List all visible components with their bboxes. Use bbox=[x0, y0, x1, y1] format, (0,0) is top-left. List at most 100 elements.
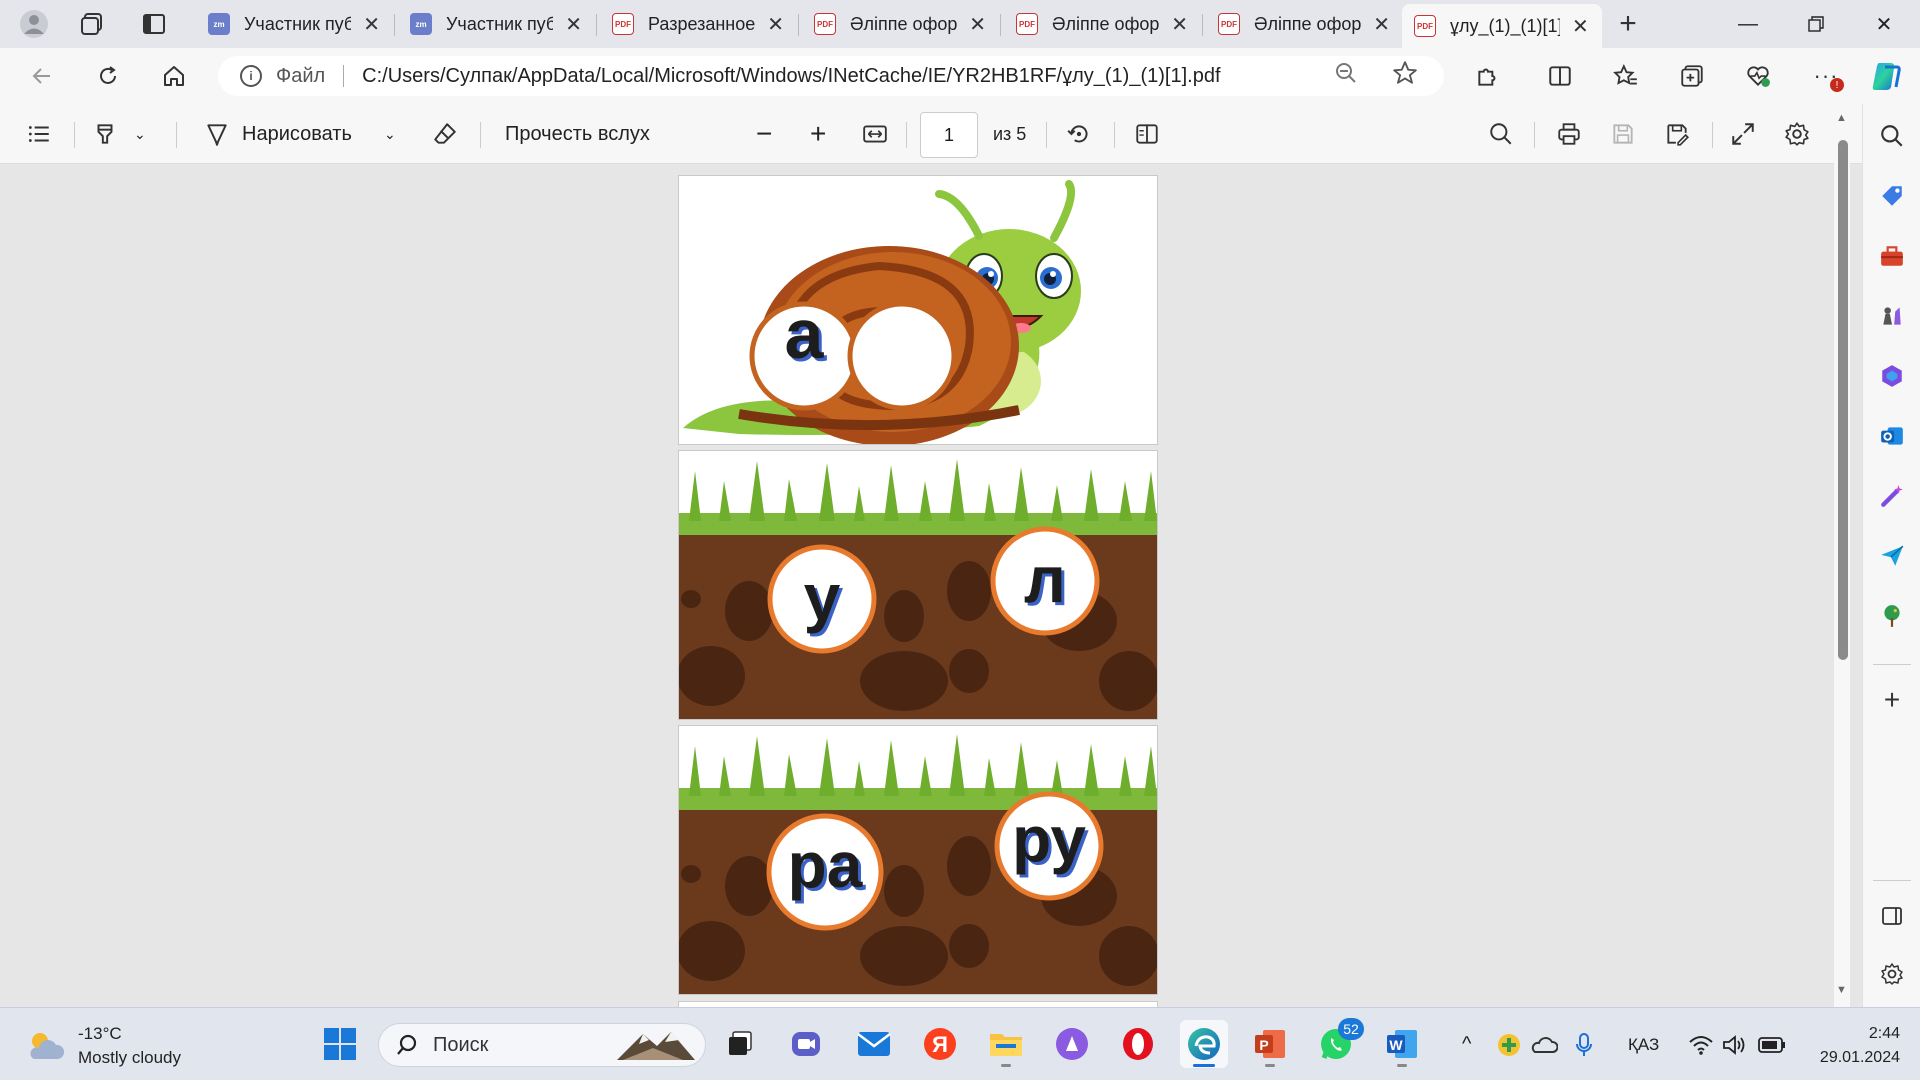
sidebar-designer-button[interactable] bbox=[1876, 480, 1908, 512]
taskbar-yandex[interactable]: Я bbox=[916, 1020, 964, 1068]
contents-button[interactable] bbox=[26, 104, 52, 164]
collections-button[interactable] bbox=[1672, 56, 1712, 96]
scroll-up-icon[interactable]: ▲ bbox=[1836, 112, 1847, 124]
page-current: 1 bbox=[943, 124, 954, 145]
taskbar-alice[interactable] bbox=[1048, 1020, 1096, 1068]
taskbar-mail[interactable] bbox=[850, 1020, 898, 1068]
tab-3[interactable]: PDF Әліппе офор ✕ bbox=[802, 4, 998, 44]
erase-button[interactable] bbox=[432, 104, 458, 164]
sidebar-games-button[interactable] bbox=[1876, 300, 1908, 332]
sidebar-hide-button[interactable] bbox=[1876, 900, 1908, 932]
tab-0[interactable]: zm Участник пуб ✕ bbox=[196, 4, 392, 44]
fit-width-button[interactable] bbox=[862, 104, 888, 164]
tab-actions-button[interactable] bbox=[130, 0, 178, 48]
taskbar-meet[interactable] bbox=[782, 1020, 830, 1068]
weather-widget[interactable]: -13°C Mostly cloudy bbox=[26, 1022, 181, 1070]
settings-more-button[interactable]: ··· ! bbox=[1806, 56, 1846, 96]
tray-onedrive[interactable] bbox=[1530, 1008, 1558, 1080]
taskbar-clock[interactable]: 2:44 29.01.2024 bbox=[1800, 1022, 1900, 1070]
sidebar-search-button[interactable] bbox=[1876, 120, 1908, 152]
fullscreen-button[interactable] bbox=[1730, 104, 1756, 164]
search-icon bbox=[1490, 123, 1512, 145]
show-hidden-icons[interactable]: ^ bbox=[1462, 1008, 1471, 1080]
tray-wifi[interactable] bbox=[1688, 1008, 1714, 1080]
highlight-dropdown[interactable]: ⌄ bbox=[134, 104, 146, 164]
tray-app[interactable] bbox=[1496, 1008, 1522, 1080]
close-window-button[interactable]: ✕ bbox=[1850, 0, 1918, 48]
taskbar-edge[interactable] bbox=[1180, 1020, 1228, 1068]
new-tab-button[interactable]: + bbox=[1604, 0, 1652, 48]
vertical-scrollbar[interactable]: ▲ ▼ bbox=[1834, 104, 1850, 1007]
close-icon[interactable]: ✕ bbox=[1171, 12, 1188, 37]
draw-button[interactable]: Нарисовать bbox=[204, 104, 352, 164]
tab-5[interactable]: PDF Әліппе офор ✕ bbox=[1206, 4, 1402, 44]
sidebar-send-button[interactable] bbox=[1876, 540, 1908, 572]
tab-2[interactable]: PDF Разрезанное ✕ bbox=[600, 4, 796, 44]
taskbar-whatsapp[interactable]: 52 bbox=[1312, 1018, 1364, 1068]
tray-microphone[interactable] bbox=[1574, 1008, 1594, 1080]
tray-battery[interactable] bbox=[1758, 1008, 1786, 1080]
sidebar-m365-button[interactable] bbox=[1876, 360, 1908, 392]
tab-6-active[interactable]: PDF ұлу_(1)_(1)[1] ✕ bbox=[1402, 4, 1602, 48]
sidebar-tools-button[interactable] bbox=[1876, 240, 1908, 272]
read-aloud-button[interactable]: Прочесть вслух bbox=[505, 104, 650, 164]
tab-1[interactable]: zm Участник пуб ✕ bbox=[398, 4, 594, 44]
address-url[interactable]: C:/Users/Сулпак/AppData/Local/Microsoft/… bbox=[362, 65, 1220, 88]
taskbar-word[interactable]: W bbox=[1378, 1020, 1426, 1068]
sidebar-tree-button[interactable] bbox=[1876, 600, 1908, 632]
find-button[interactable] bbox=[1488, 104, 1514, 164]
restore-button[interactable] bbox=[1782, 0, 1850, 48]
highlight-button[interactable] bbox=[92, 104, 118, 164]
save-button[interactable] bbox=[1610, 104, 1636, 164]
language-indicator[interactable]: ҚАЗ bbox=[1628, 1008, 1659, 1080]
split-screen-button[interactable] bbox=[1540, 56, 1580, 96]
favorite-star-icon[interactable] bbox=[1392, 60, 1418, 92]
browser-essentials-button[interactable] bbox=[1738, 56, 1778, 96]
close-icon[interactable]: ✕ bbox=[1373, 12, 1390, 37]
zoom-out-icon[interactable] bbox=[1334, 61, 1358, 91]
favorites-button[interactable] bbox=[1606, 56, 1646, 96]
split-screen-icon bbox=[1549, 66, 1571, 86]
back-button[interactable] bbox=[22, 56, 62, 96]
save-as-button[interactable] bbox=[1664, 104, 1690, 164]
minimize-button[interactable]: — bbox=[1714, 0, 1782, 48]
sidebar-outlook-button[interactable] bbox=[1876, 420, 1908, 452]
scroll-down-icon[interactable]: ▼ bbox=[1836, 984, 1847, 996]
home-button[interactable] bbox=[154, 56, 194, 96]
tray-volume[interactable] bbox=[1722, 1008, 1748, 1080]
zoom-out-button[interactable]: − bbox=[756, 104, 772, 164]
taskbar-file-explorer[interactable] bbox=[982, 1020, 1030, 1068]
sidebar-add-button[interactable]: + bbox=[1876, 684, 1908, 716]
scrollbar-thumb[interactable] bbox=[1838, 140, 1848, 660]
word-icon: W bbox=[1387, 1030, 1417, 1058]
info-icon[interactable]: i bbox=[240, 65, 262, 87]
profile-avatar[interactable] bbox=[10, 0, 58, 48]
taskbar-opera[interactable] bbox=[1114, 1020, 1162, 1068]
workspaces-button[interactable] bbox=[68, 0, 116, 48]
pdf-settings-button[interactable] bbox=[1784, 104, 1810, 164]
refresh-button[interactable] bbox=[88, 56, 128, 96]
start-button[interactable] bbox=[316, 1020, 364, 1068]
address-bar[interactable]: i Файл C:/Users/Сулпак/AppData/Local/Mic… bbox=[218, 56, 1444, 96]
rotate-button[interactable] bbox=[1066, 104, 1092, 164]
taskbar-powerpoint[interactable]: P bbox=[1246, 1020, 1294, 1068]
zoom-in-button[interactable]: + bbox=[810, 104, 826, 164]
extensions-button[interactable] bbox=[1468, 56, 1508, 96]
taskbar-task-view[interactable] bbox=[716, 1020, 764, 1068]
sidebar-shopping-button[interactable] bbox=[1876, 180, 1908, 212]
pdf-viewer[interactable]: а у л ра ру bbox=[0, 165, 1834, 1007]
page-view-button[interactable] bbox=[1134, 104, 1160, 164]
page-number-input[interactable]: 1 bbox=[920, 112, 978, 158]
close-icon[interactable]: ✕ bbox=[565, 12, 582, 37]
close-icon[interactable]: ✕ bbox=[767, 12, 784, 37]
draw-dropdown[interactable]: ⌄ bbox=[384, 104, 396, 164]
print-button[interactable] bbox=[1556, 104, 1582, 164]
tab-4[interactable]: PDF Әліппе офор ✕ bbox=[1004, 4, 1200, 44]
copilot-button[interactable] bbox=[1866, 56, 1906, 96]
expand-icon bbox=[1732, 123, 1754, 145]
close-icon[interactable]: ✕ bbox=[363, 12, 380, 37]
sidebar-settings-button[interactable] bbox=[1876, 958, 1908, 990]
close-icon[interactable]: ✕ bbox=[1572, 14, 1589, 39]
close-icon[interactable]: ✕ bbox=[969, 12, 986, 37]
taskbar-search[interactable]: Поиск bbox=[378, 1023, 706, 1067]
